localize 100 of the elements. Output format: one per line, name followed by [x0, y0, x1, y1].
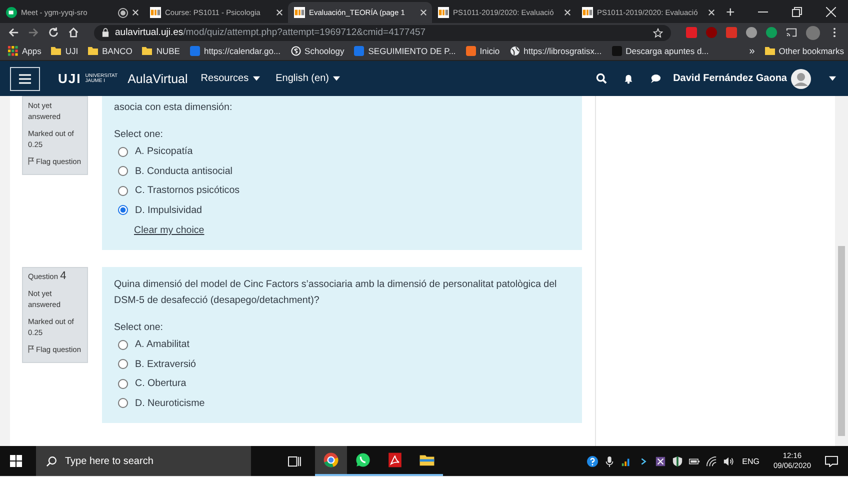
back-arrow-icon[interactable]	[8, 27, 19, 38]
radio-button[interactable]	[118, 146, 128, 157]
answer-option[interactable]: D. Impulsividad	[135, 204, 202, 216]
microphone-icon[interactable]	[604, 456, 616, 466]
chat-bubble-icon[interactable]	[650, 73, 662, 84]
address-bar[interactable]: aulavirtual.uji.es/mod/quiz/attempt.php?attempt=1969712&cmid=4177457	[94, 24, 671, 40]
radio-button[interactable]	[118, 186, 128, 196]
bookmark[interactable]: https://librosgratisx...	[510, 46, 602, 56]
radio-button[interactable]	[118, 359, 128, 370]
taskbar-search-field[interactable]: Type here to search	[36, 446, 251, 476]
answer-option[interactable]: B. Extraversió	[135, 358, 196, 370]
bookmark-label: https://calendar.go...	[204, 46, 281, 56]
flag-icon[interactable]	[28, 345, 34, 353]
close-icon[interactable]	[564, 9, 571, 16]
speaker-icon[interactable]	[723, 456, 734, 466]
uji-favicon-icon	[438, 7, 449, 18]
folder-icon	[51, 46, 62, 56]
close-icon[interactable]	[826, 6, 836, 16]
bookmark-label: Other bookmarks	[778, 46, 844, 56]
folder-icon	[88, 46, 98, 56]
extension-icon[interactable]	[766, 27, 777, 38]
menu-button[interactable]	[10, 66, 40, 90]
close-icon[interactable]	[132, 9, 139, 16]
radio-button[interactable]	[118, 398, 128, 408]
caret-icon[interactable]	[829, 76, 836, 81]
clear-choice-link[interactable]: Clear my choice	[134, 225, 204, 236]
forward-arrow-icon[interactable]	[28, 27, 39, 38]
bookmark[interactable]: UJI	[51, 46, 78, 56]
windows-logo-icon[interactable]	[10, 455, 22, 467]
search-icon[interactable]	[596, 73, 608, 84]
bookmark[interactable]: https://calendar.go...	[190, 46, 281, 56]
language-indicator[interactable]: ENG	[742, 456, 760, 466]
uji-favicon-icon	[294, 7, 305, 18]
round-logo-icon	[323, 452, 339, 468]
notification-icon[interactable]	[825, 456, 838, 466]
radio-button[interactable]	[118, 378, 128, 389]
task-view-icon[interactable]	[288, 456, 301, 466]
new-tab-button[interactable]: +	[720, 2, 741, 23]
radio-button[interactable]	[118, 340, 128, 350]
taskbar-app[interactable]	[315, 446, 347, 476]
apps-grid-icon	[8, 46, 18, 56]
uji-favicon-icon	[150, 7, 161, 18]
document-icon	[387, 452, 403, 468]
radio-button[interactable]	[118, 166, 128, 176]
bookmark-label: Apps	[22, 46, 42, 56]
star-icon[interactable]	[653, 28, 663, 38]
site-favicon-icon	[612, 46, 622, 56]
shield-icon[interactable]	[672, 456, 684, 466]
bookmark[interactable]: NUBE	[142, 46, 180, 56]
reload-icon[interactable]	[48, 27, 59, 38]
site-favicon-icon	[354, 46, 364, 56]
site-name-link[interactable]: AulaVirtual	[128, 72, 188, 86]
app-tray-icon[interactable]	[655, 456, 666, 466]
flag-icon[interactable]	[28, 157, 34, 165]
caret-icon	[332, 76, 340, 81]
question-text: Quina dimensió del model de Cinc Factors s’associaria amb la dimensió de personalitat patològica del DSM-5 de desafecció (desapego/detachment)?	[114, 278, 558, 308]
logo-mark: UJI	[58, 71, 82, 86]
answer-option[interactable]: A. Psicopatía	[135, 146, 193, 158]
home-icon[interactable]	[68, 27, 79, 38]
answer-option[interactable]: C. Obertura	[135, 378, 186, 390]
answer-option[interactable]: D. Neuroticisme	[135, 398, 205, 409]
bookmark-label: https://librosgratisx...	[524, 46, 602, 56]
cast-icon[interactable]	[786, 27, 797, 38]
dropdown-menu[interactable]: English (en)	[272, 73, 343, 84]
answer-option[interactable]: A. Amabilitat	[135, 339, 190, 350]
avatar-silhouette-icon[interactable]	[791, 68, 811, 88]
hamburger-icon	[19, 74, 31, 84]
folder-icon	[419, 452, 435, 468]
more-bookmarks-button[interactable]: »	[749, 46, 755, 56]
bookmark[interactable]: Apps	[8, 46, 42, 56]
radio-button[interactable]	[118, 205, 128, 216]
select-prompt: Select one:	[114, 322, 164, 333]
bookmark[interactable]: BANCO	[88, 46, 132, 56]
dropdown-menu[interactable]: Resources	[198, 73, 263, 84]
uji-favicon-icon	[582, 7, 593, 18]
extension-icon[interactable]	[746, 27, 757, 38]
user-name[interactable]: David Fernández Gaona	[673, 73, 787, 84]
close-icon[interactable]	[420, 9, 427, 16]
globe-icon	[510, 46, 520, 56]
bookmark-label: Schoology	[304, 46, 344, 56]
answer-option[interactable]: C. Trastornos psicóticos	[135, 185, 240, 196]
wifi-icon[interactable]	[706, 456, 718, 466]
select-prompt: Select one:	[114, 129, 164, 140]
bookmark-label: Inicio	[480, 46, 500, 56]
help-icon[interactable]	[587, 456, 598, 466]
close-icon[interactable]	[708, 9, 715, 16]
question-text: asocia con esta dimensión:	[114, 101, 234, 115]
bell-icon[interactable]	[623, 73, 634, 84]
circle-logo-icon	[290, 46, 301, 56]
bookmark[interactable]: Other bookmarks	[764, 46, 844, 56]
close-icon[interactable]	[276, 9, 283, 16]
bookmark-label: UJI	[65, 46, 78, 56]
answer-option[interactable]: B. Conducta antisocial	[135, 166, 232, 177]
profile-avatar[interactable]	[806, 26, 820, 40]
battery-icon[interactable]	[689, 456, 700, 466]
restore-icon[interactable]	[792, 6, 802, 16]
bookmark[interactable]: Inicio	[466, 46, 500, 56]
search-icon	[46, 456, 57, 467]
bookmark-label: NUBE	[156, 46, 180, 56]
bookmark[interactable]: Schoology	[290, 46, 344, 56]
